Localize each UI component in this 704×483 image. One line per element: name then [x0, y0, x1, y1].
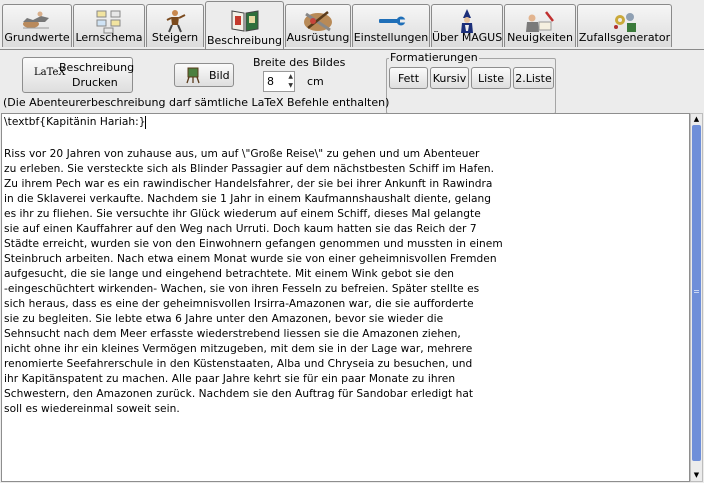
editor-line: Sehnsucht nach dem Meer erfasste wieders…: [4, 328, 461, 340]
editor-line: soll es wiedereinmal soweit sein.: [4, 403, 180, 415]
spin-up-icon[interactable]: ▲: [288, 74, 293, 80]
tab-steigern[interactable]: Steigern: [146, 4, 204, 47]
editor-scrollbar[interactable]: ▲ ▼: [690, 113, 703, 482]
tab-zufallsgenerator[interactable]: Zufallsgenerator: [577, 4, 672, 47]
tab-label: Steigern: [151, 31, 199, 44]
tab-label: Neuigkeiten: [507, 31, 573, 44]
editor-line: \textbf{Kapitänin Hariah:}: [4, 116, 146, 128]
editor-line: in die Sklaverei verkaufte. Nachdem sie …: [4, 193, 492, 205]
image-button[interactable]: Bild: [174, 63, 234, 87]
tab-einstellungen[interactable]: Einstellungen: [352, 4, 430, 47]
editor-line: Schwestern, den Amazonen zurück. Nachdem…: [4, 388, 474, 400]
print-description-button[interactable]: LaTeX Beschreibung Drucken: [22, 57, 135, 93]
editor-line: Städte erreicht, wurden sie von den Einw…: [4, 238, 503, 250]
editor-line: sie zu begleiten. Sie lebte etwa 6 Jahre…: [4, 313, 444, 325]
tab-label: Über MAGUS: [432, 31, 503, 44]
spin-down-icon[interactable]: ▼: [288, 83, 293, 89]
second-list-button-label: 2.Liste: [515, 72, 552, 85]
second-list-button[interactable]: 2.Liste: [513, 67, 554, 89]
tab-label: Ausrüstung: [286, 31, 350, 44]
latex-hint: (Die Abenteurerbeschreibung darf sämtlic…: [3, 96, 390, 109]
scrollbar-grip: [694, 290, 699, 291]
tab-grundwerte[interactable]: Grundwerte: [2, 4, 72, 47]
editor-line: nicht ohne ihr ein kleines Vermögen mitz…: [4, 343, 473, 355]
editor-line: Riss vor 20 Jahren von zuhause aus, um a…: [4, 148, 480, 160]
tab-label: Zufallsgenerator: [578, 31, 671, 44]
image-width-spinner[interactable]: 8 ▲ ▼: [263, 71, 295, 92]
tab-ueber-magus[interactable]: Über MAGUS: [431, 4, 503, 47]
description-editor[interactable]: \textbf{Kapitänin Hariah:} Riss vor 20 J…: [1, 113, 690, 482]
tab-label: Beschreibung: [206, 34, 283, 47]
tab-lernschema[interactable]: Lernschema: [73, 4, 145, 47]
bold-button[interactable]: Fett: [389, 67, 428, 89]
scroll-up-icon[interactable]: ▲: [691, 114, 702, 125]
tab-ausruestung[interactable]: Ausrüstung: [285, 4, 351, 47]
tab-label: Grundwerte: [4, 31, 70, 44]
scroll-down-icon[interactable]: ▼: [691, 470, 702, 481]
tab-neuigkeiten[interactable]: Neuigkeiten: [504, 4, 576, 47]
italic-button-label: Kursiv: [432, 72, 467, 85]
formatting-title: Formatierungen: [389, 51, 479, 64]
editor-line: sie auf einen Kauffahrer auf den Weg nac…: [4, 223, 477, 235]
image-button-label: Bild: [209, 69, 230, 82]
image-width-label: Breite des Bildes: [253, 56, 346, 69]
print-button-label-2: Drucken: [72, 76, 118, 89]
editor-line: -eingeschüchtert wirkenden- Wachen, sie …: [4, 283, 480, 295]
editor-line: ihr Kapitänspatent zu machen. Alle paar …: [4, 373, 456, 385]
tab-bar: Grundwerte Lernschema Steigern Beschreib…: [0, 0, 704, 50]
editor-line: Steinbruch arbeiten. Nach etwa einem Mon…: [4, 253, 497, 265]
editor-line: sich heraus, dass es eine der geheimnisv…: [4, 298, 474, 310]
editor-line: renomierte Seefahrerschule in den Küsten…: [4, 358, 473, 370]
tab-beschreibung[interactable]: Beschreibung: [205, 1, 284, 50]
text-caret: [145, 116, 146, 129]
book-icon: [231, 10, 258, 32]
scrollbar-thumb[interactable]: [692, 125, 701, 461]
editor-line: zu erleben. Sie versteckte sich als Blin…: [4, 163, 495, 175]
list-button[interactable]: Liste: [471, 67, 511, 89]
italic-button[interactable]: Kursiv: [430, 67, 469, 89]
bold-button-label: Fett: [397, 72, 420, 85]
editor-line: es ihr zu fliehen. Sie versuchte ihr Glü…: [4, 208, 481, 220]
image-width-value[interactable]: 8: [267, 75, 274, 88]
editor-line: Zu ihrem Pech war es ein rawindischer Ha…: [4, 178, 493, 190]
tab-bar-divider: [0, 49, 704, 50]
image-width-unit: cm: [307, 75, 324, 88]
tab-label: Einstellungen: [353, 31, 429, 44]
tab-label: Lernschema: [75, 31, 143, 44]
editor-line: aufgesucht, die sie lange und eingehend …: [4, 268, 455, 280]
easel-icon: [186, 67, 200, 84]
list-button-label: Liste: [478, 72, 504, 85]
print-button-label: Beschreibung: [59, 61, 135, 74]
